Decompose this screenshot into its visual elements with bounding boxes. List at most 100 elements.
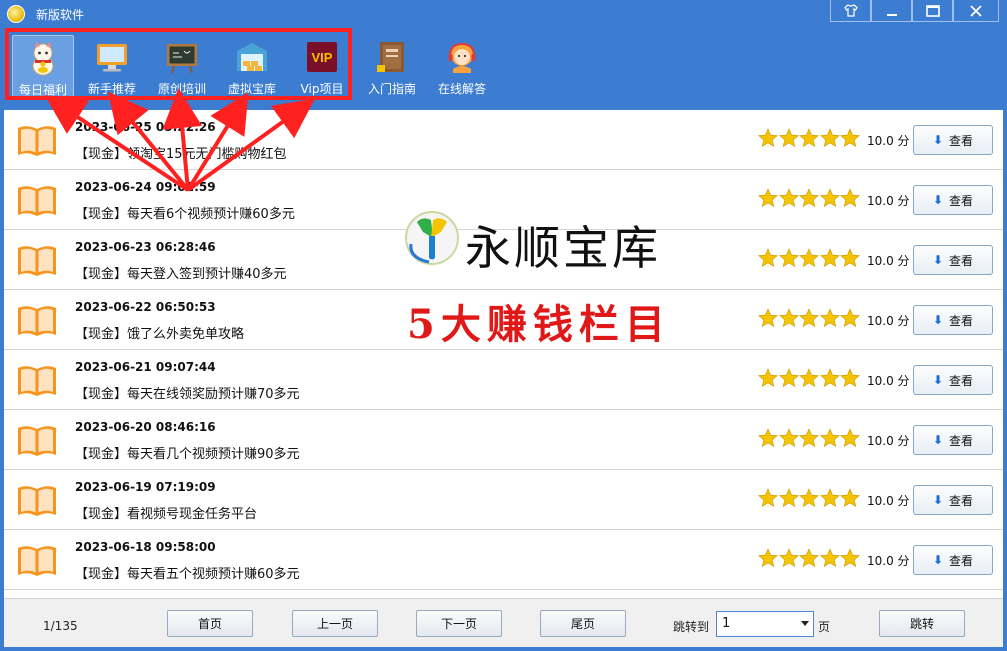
first-page-button[interactable]: 首页 <box>167 610 253 637</box>
page-select-value: 1 <box>722 616 731 631</box>
list-item: 2023-06-20 08:46:16 【现金】每天看几个视频预计赚90多元 10.… <box>4 410 1003 470</box>
toolbar-item-label: 入门指南 <box>367 82 416 96</box>
star-icon <box>840 368 860 388</box>
view-button[interactable]: ⬇ 查看 <box>913 545 993 575</box>
list-item: 2023-06-19 07:19:09 【现金】看视频号现金任务平台 10.0 分 ⬇… <box>4 470 1003 530</box>
star-icon <box>758 308 778 328</box>
star-icon <box>758 188 778 208</box>
star-icon <box>778 488 799 508</box>
toolbar-item-newbie[interactable]: 新手推荐 <box>81 35 143 97</box>
book-icon <box>18 486 56 516</box>
page-indicator: 1/135 <box>43 619 78 633</box>
main-toolbar: 每日福利 新手推荐 原创培训 虚拟宝库 VIP Vip项目 入门指南 在线解答 <box>0 28 1007 110</box>
toolbar-item-label: 虚拟宝库 <box>227 82 276 96</box>
star-icon <box>840 308 860 328</box>
book-icon <box>18 366 56 396</box>
item-title[interactable]: 【现金】每天看6个视频预计赚60多元 <box>75 203 295 222</box>
view-button[interactable]: ⬇ 查看 <box>913 425 993 455</box>
star-icon <box>819 428 840 448</box>
item-title[interactable]: 【现金】饿了么外卖免单攻略 <box>75 323 244 342</box>
star-icon <box>799 308 819 328</box>
item-title[interactable]: 【现金】看视频号现金任务平台 <box>75 503 257 522</box>
view-button[interactable]: ⬇ 查看 <box>913 185 993 215</box>
view-button[interactable]: ⬇ 查看 <box>913 365 993 395</box>
toolbar-item-guide[interactable]: 入门指南 <box>361 35 423 97</box>
chevron-down-icon <box>801 621 809 626</box>
download-arrow-icon: ⬇ <box>932 553 944 567</box>
view-button-label: 查看 <box>949 553 974 568</box>
toolbar-item-virtual-store[interactable]: 虚拟宝库 <box>221 35 283 97</box>
book-icon <box>18 126 56 156</box>
star-icon <box>799 248 819 268</box>
star-icon <box>819 188 840 208</box>
title-bar: 新版软件 <box>0 0 1007 28</box>
item-score: 10.0 分 <box>867 254 910 268</box>
star-icon <box>819 308 840 328</box>
download-arrow-icon: ⬇ <box>932 313 944 327</box>
item-title[interactable]: 【现金】每天看五个视频预计赚60多元 <box>75 563 300 582</box>
page-select[interactable]: 1 <box>716 611 814 637</box>
minimize-button[interactable] <box>871 0 912 22</box>
minimize-icon <box>886 13 897 16</box>
item-title[interactable]: 【现金】每天在线领奖励预计赚70多元 <box>75 383 300 402</box>
star-icon <box>778 428 799 448</box>
star-icon <box>819 128 840 148</box>
toolbar-item-training[interactable]: 原创培训 <box>151 35 213 97</box>
item-score: 10.0 分 <box>867 134 910 148</box>
view-button[interactable]: ⬇ 查看 <box>913 305 993 335</box>
download-arrow-icon: ⬇ <box>932 253 944 267</box>
shirt-icon <box>843 4 858 17</box>
list-item: 2023-06-21 09:07:44 【现金】每天在线领奖励预计赚70多元 10.… <box>4 350 1003 410</box>
rating-stars <box>758 128 861 148</box>
star-icon <box>799 548 819 568</box>
monitor-icon <box>97 44 127 72</box>
star-icon <box>799 488 819 508</box>
support-agent-icon <box>448 42 476 73</box>
next-page-button[interactable]: 下一页 <box>416 610 502 637</box>
article-list: 2023-06-25 05:22:26 【现金】领淘宝15元无门槛购物红包 10.0… <box>4 110 1003 598</box>
star-icon <box>778 128 799 148</box>
view-button[interactable]: ⬇ 查看 <box>913 125 993 155</box>
book-icon <box>18 306 56 336</box>
list-item: 2023-06-24 09:02:59 【现金】每天看6个视频预计赚60多元 10.… <box>4 170 1003 230</box>
star-icon <box>819 488 840 508</box>
item-date: 2023-06-18 09:58:00 <box>75 540 216 554</box>
jump-button[interactable]: 跳转 <box>879 610 965 637</box>
item-title[interactable]: 【现金】每天登入签到预计赚40多元 <box>75 263 287 282</box>
pagination-bar: 1/135 首页 上一页 下一页 尾页 跳转到 1 页 跳转 <box>4 598 1003 647</box>
star-icon <box>758 548 778 568</box>
close-button[interactable] <box>953 0 999 22</box>
last-page-button[interactable]: 尾页 <box>540 610 626 637</box>
blackboard-icon <box>167 44 197 74</box>
item-title[interactable]: 【现金】每天看几个视频预计赚90多元 <box>75 443 300 462</box>
download-arrow-icon: ⬇ <box>932 493 944 507</box>
star-icon <box>758 248 778 268</box>
warehouse-icon <box>237 43 267 71</box>
toolbar-item-label: Vip项目 <box>300 82 344 96</box>
maximize-button[interactable] <box>912 0 953 22</box>
view-button-label: 查看 <box>949 133 974 148</box>
view-button[interactable]: ⬇ 查看 <box>913 485 993 515</box>
prev-page-button[interactable]: 上一页 <box>292 610 378 637</box>
rating-stars <box>758 248 861 268</box>
item-score: 10.0 分 <box>867 194 910 208</box>
book-icon <box>18 246 56 276</box>
star-icon <box>799 188 819 208</box>
close-icon <box>970 4 982 17</box>
book-icon <box>18 186 56 216</box>
star-icon <box>840 188 860 208</box>
list-item: 2023-06-25 05:22:26 【现金】领淘宝15元无门槛购物红包 10.0… <box>4 110 1003 170</box>
item-date: 2023-06-21 09:07:44 <box>75 360 216 374</box>
view-button[interactable]: ⬇ 查看 <box>913 245 993 275</box>
item-date: 2023-06-20 08:46:16 <box>75 420 216 434</box>
list-item: 2023-06-18 09:58:00 【现金】每天看五个视频预计赚60多元 10.… <box>4 530 1003 590</box>
item-title[interactable]: 【现金】领淘宝15元无门槛购物红包 <box>75 143 287 162</box>
skin-button[interactable] <box>830 0 871 22</box>
toolbar-item-vip[interactable]: VIP Vip项目 <box>291 35 353 97</box>
download-arrow-icon: ⬇ <box>932 373 944 387</box>
item-score: 10.0 分 <box>867 374 910 388</box>
toolbar-item-support[interactable]: 在线解答 <box>431 35 493 97</box>
app-logo-icon <box>7 5 25 23</box>
star-icon <box>840 248 860 268</box>
toolbar-item-daily-welfare[interactable]: 每日福利 <box>12 35 74 97</box>
